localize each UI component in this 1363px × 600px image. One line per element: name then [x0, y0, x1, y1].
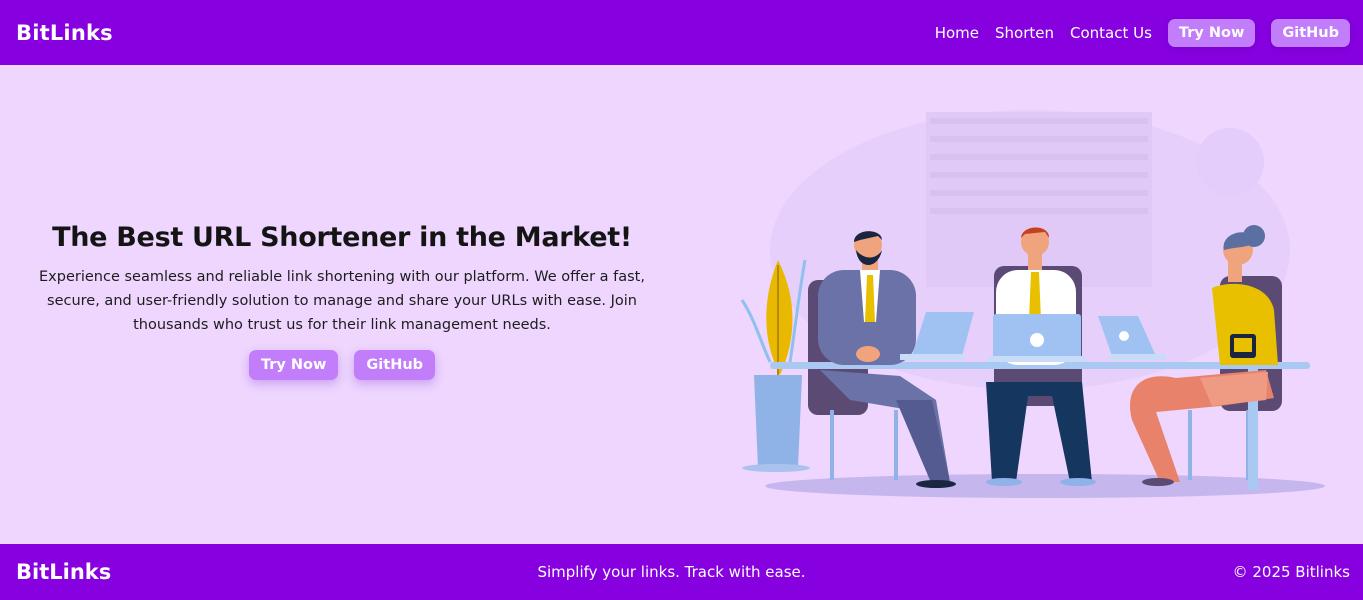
- hero-section: The Best URL Shortener in the Market! Ex…: [36, 222, 648, 380]
- brand-logo[interactable]: BitLinks: [16, 21, 113, 45]
- navbar: BitLinks Home Shorten Contact Us Try Now…: [0, 0, 1363, 65]
- hero-github-button[interactable]: GitHub: [354, 350, 436, 380]
- team-working-illustration: [740, 110, 1325, 498]
- footer: BitLinks Simplify your links. Track with…: [0, 544, 1363, 600]
- nav-shorten-link[interactable]: Shorten: [995, 24, 1054, 42]
- nav-github-button[interactable]: GitHub: [1271, 18, 1350, 47]
- hero-title: The Best URL Shortener in the Market!: [52, 222, 632, 253]
- nav-home-link[interactable]: Home: [935, 24, 979, 42]
- hero-actions: Try Now GitHub: [36, 350, 648, 380]
- footer-brand: BitLinks: [16, 560, 112, 584]
- nav-links: Home Shorten Contact Us Try Now GitHub: [919, 18, 1350, 47]
- footer-tagline: Simplify your links. Track with ease.: [537, 563, 806, 581]
- nav-contact-link[interactable]: Contact Us: [1070, 24, 1152, 42]
- nav-try-now-button[interactable]: Try Now: [1167, 18, 1256, 47]
- hero-description: Experience seamless and reliable link sh…: [39, 269, 645, 333]
- hero-try-now-button[interactable]: Try Now: [248, 350, 339, 380]
- footer-copyright: © 2025 Bitlinks: [1232, 563, 1350, 581]
